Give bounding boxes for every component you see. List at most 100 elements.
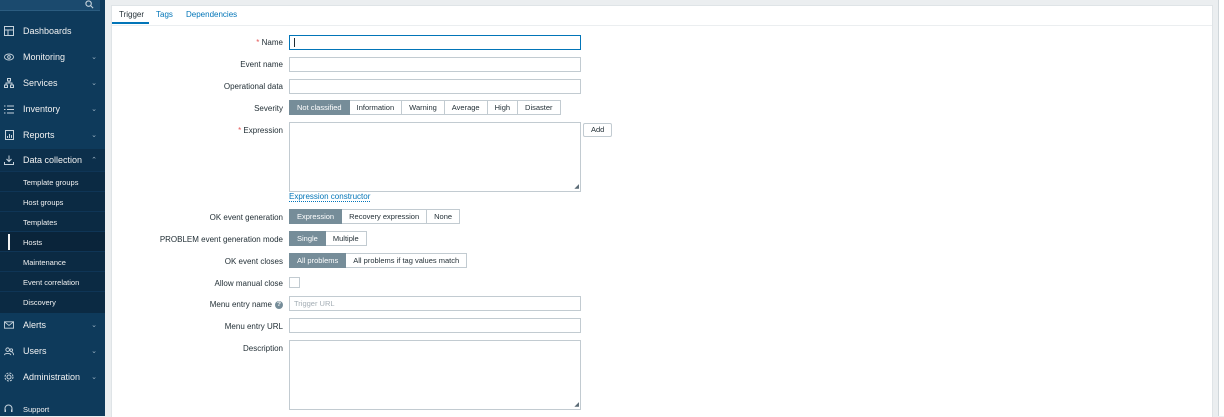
menu-entry-name-label: Menu entry name? [210, 300, 283, 309]
reports-icon [4, 130, 14, 140]
sidebar-item-inventory[interactable]: Inventory ⌄ [0, 98, 105, 120]
submenu-item-label: Template groups [23, 177, 79, 187]
menu-entry-url-input[interactable] [289, 318, 581, 333]
chevron-down-icon: ⌄ [91, 132, 97, 139]
sidebar-item-data-collection[interactable]: Data collection ⌃ [0, 149, 105, 171]
required-mark: * [238, 126, 242, 135]
submenu-item-label: Event correlation [23, 277, 80, 287]
sidebar-item-label: Data collection [23, 155, 83, 165]
submenu-item-templates[interactable]: Templates [0, 211, 105, 232]
sidebar-item-label: Administration [23, 372, 81, 382]
operational-data-input[interactable] [289, 79, 581, 94]
submenu-item-event-correlation[interactable]: Event correlation [0, 271, 105, 292]
resize-handle-icon[interactable]: ◢ [574, 402, 579, 408]
submenu-item-maintenance[interactable]: Maintenance [0, 251, 105, 272]
description-label: Description [242, 344, 283, 353]
severity-warning[interactable]: Warning [402, 100, 445, 115]
active-tab-indicator [112, 22, 149, 24]
description-textarea[interactable]: ◢ [289, 340, 581, 410]
name-input[interactable] [289, 35, 581, 50]
sidebar-item-alerts[interactable]: Alerts ⌄ [0, 314, 105, 336]
required-mark: * [256, 38, 260, 47]
operational-data-label: Operational data [223, 82, 283, 91]
sidebar-item-dashboards[interactable]: Dashboards [0, 20, 105, 42]
chevron-down-icon: ⌄ [91, 106, 97, 113]
problem-mode-single[interactable]: Single [289, 231, 326, 246]
ok-generation-none[interactable]: None [427, 209, 461, 224]
sidebar-item-reports[interactable]: Reports ⌄ [0, 124, 105, 146]
help-icon[interactable]: ? [275, 300, 283, 309]
gear-icon [4, 372, 14, 382]
menu-entry-name-input[interactable]: Trigger URL [289, 296, 581, 311]
sidebar-item-label: Users [23, 346, 47, 356]
problem-mode-label: PROBLEM event generation mode [159, 235, 283, 244]
sidebar-item-label: Monitoring [23, 52, 66, 62]
allow-manual-close-label: Allow manual close [214, 279, 283, 288]
submenu-item-label: Templates [23, 217, 58, 227]
sidebar-item-users[interactable]: Users ⌄ [0, 340, 105, 362]
ok-event-closes-selector: All problems All problems if tag values … [289, 253, 468, 268]
search-icon[interactable] [85, 0, 94, 11]
data-collection-submenu: Template groups Host groups Templates Ho… [0, 171, 105, 313]
ok-generation-expression[interactable]: Expression [289, 209, 343, 224]
sidebar-item-label: Services [23, 78, 58, 88]
event-name-input[interactable] [289, 57, 581, 72]
severity-label: Severity [254, 104, 283, 113]
sidebar: Dashboards Monitoring ⌄ Services ⌄ Inven… [0, 0, 105, 416]
submenu-item-discovery[interactable]: Discovery [0, 291, 105, 312]
chevron-down-icon: ⌄ [91, 80, 97, 87]
menu-entry-url-label: Menu entry URL [224, 322, 283, 331]
menu-entry-name-placeholder: Trigger URL [294, 299, 335, 308]
name-label: * Name [256, 38, 283, 47]
sidebar-item-administration[interactable]: Administration ⌄ [0, 366, 105, 388]
submenu-item-label: Hosts [23, 237, 43, 247]
tab-bar: Trigger Tags Dependencies [112, 6, 1212, 26]
tab-tags[interactable]: Tags [156, 10, 173, 19]
event-name-label: Event name [240, 60, 283, 69]
ok-generation-recovery-expression[interactable]: Recovery expression [342, 209, 428, 224]
submenu-item-host-groups[interactable]: Host groups [0, 191, 105, 212]
sidebar-item-label: Reports [23, 130, 55, 140]
trigger-form-panel: Trigger Tags Dependencies * Name Event n… [111, 5, 1213, 417]
resize-handle-icon[interactable]: ◢ [574, 184, 579, 190]
sidebar-search-input[interactable] [0, 0, 100, 11]
allow-manual-close-checkbox[interactable] [289, 277, 300, 288]
list-icon [4, 104, 14, 114]
closes-tag-values-match[interactable]: All problems if tag values match [346, 253, 468, 268]
expression-label: * Expression [238, 126, 283, 135]
ok-event-generation-label: OK event generation [209, 213, 283, 222]
page-scrollbar[interactable] [1218, 0, 1224, 416]
severity-high[interactable]: High [487, 100, 519, 115]
chevron-down-icon: ⌄ [91, 374, 97, 381]
severity-disaster[interactable]: Disaster [518, 100, 561, 115]
chevron-down-icon: ⌄ [91, 54, 97, 61]
sidebar-item-label: Support [23, 404, 50, 414]
closes-all-problems[interactable]: All problems [289, 253, 347, 268]
sidebar-item-label: Inventory [23, 104, 61, 114]
expression-textarea[interactable]: ◢ [289, 122, 581, 192]
severity-selector: Not classified Information Warning Avera… [289, 100, 561, 115]
severity-not-classified[interactable]: Not classified [289, 100, 350, 115]
submenu-item-template-groups[interactable]: Template groups [0, 171, 105, 192]
eye-icon [4, 52, 14, 62]
expression-constructor-link[interactable]: Expression constructor [289, 192, 371, 202]
submenu-item-label: Host groups [23, 197, 64, 207]
tab-trigger[interactable]: Trigger [119, 10, 144, 19]
chevron-up-icon: ⌃ [91, 157, 97, 164]
severity-information[interactable]: Information [349, 100, 403, 115]
submenu-item-hosts[interactable]: Hosts [0, 231, 105, 252]
ok-event-generation-selector: Expression Recovery expression None [289, 209, 461, 224]
submenu-item-label: Maintenance [23, 257, 66, 267]
sidebar-item-support[interactable]: Support [0, 402, 105, 416]
sidebar-item-label: Dashboards [23, 26, 72, 36]
sidebar-item-monitoring[interactable]: Monitoring ⌄ [0, 46, 105, 68]
text-caret [294, 38, 295, 47]
sidebar-item-services[interactable]: Services ⌄ [0, 72, 105, 94]
problem-mode-multiple[interactable]: Multiple [325, 231, 367, 246]
tab-dependencies[interactable]: Dependencies [186, 10, 237, 19]
chevron-down-icon: ⌄ [91, 322, 97, 329]
services-icon [4, 78, 14, 88]
envelope-icon [4, 320, 14, 330]
severity-average[interactable]: Average [444, 100, 488, 115]
add-button[interactable]: Add [583, 123, 613, 137]
